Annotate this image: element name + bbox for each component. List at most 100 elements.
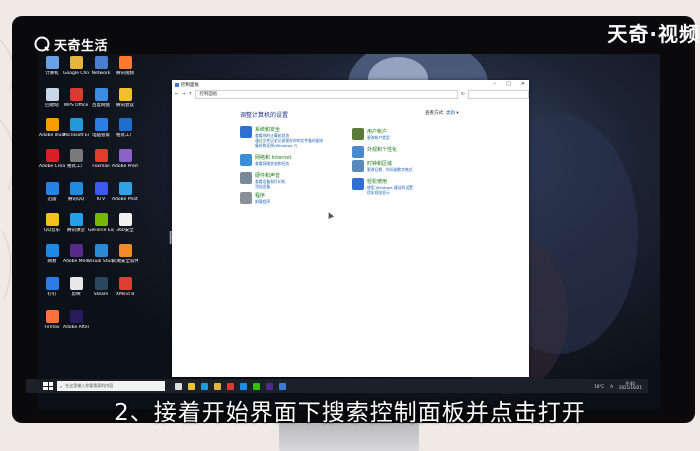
desktop-icon[interactable]: GeForce Experience	[88, 213, 114, 233]
refresh-icon[interactable]: ↻	[461, 92, 465, 97]
category-sub-link[interactable]: 查看网络状态和任务	[255, 161, 291, 166]
desktop-icon[interactable]: Google Chrome	[63, 56, 89, 76]
category-sub-link[interactable]: 添加设备	[255, 184, 285, 189]
desktop-icon[interactable]: QQ音乐	[39, 213, 65, 233]
category-title-link[interactable]: 硬件和声音	[255, 172, 285, 179]
desktop-icon[interactable]: 腾讯会议	[112, 88, 138, 108]
desktop-icon-label: 腾讯视频	[116, 71, 134, 76]
desktop-icon[interactable]: 钉钉	[39, 277, 65, 297]
clock[interactable]: 9:40 2021/10/21	[618, 381, 642, 391]
desktop-icon[interactable]: 腾讯视频	[112, 56, 138, 76]
task-view-icon[interactable]	[175, 382, 182, 390]
close-button[interactable]: ✕	[521, 81, 525, 87]
maximize-button[interactable]: □	[506, 81, 511, 87]
desktop-icon[interactable]: Adobe Premiere	[112, 149, 138, 169]
desktop-icon[interactable]: KTV	[88, 182, 114, 202]
desktop-icon[interactable]: 百度网盘	[88, 88, 114, 108]
category-item[interactable]: 系统和安全 查看你的计算机状态 通过文件历史记录保存你的文件备份副本 备份和还原(Wi…	[240, 126, 323, 148]
qq-icon[interactable]	[240, 382, 247, 390]
app-icon	[118, 182, 132, 195]
desktop-icon[interactable]: Adobe Creati...	[39, 149, 65, 169]
view-by-dropdown[interactable]: 类别	[446, 111, 455, 116]
weather-text[interactable]: 18°C	[594, 384, 604, 389]
app-icon	[45, 213, 59, 226]
control-panel-task-icon[interactable]	[279, 382, 286, 390]
desktop-icon[interactable]: Steam	[88, 277, 114, 297]
category-title-link[interactable]: 程序	[255, 192, 270, 199]
desktop-icon[interactable]: Visual Studio Code	[88, 244, 114, 264]
desktop-icon[interactable]: 腾讯课堂	[63, 213, 89, 233]
category-item[interactable]: 用户帐户 更改帐户类型	[352, 128, 390, 140]
wechat-icon[interactable]	[253, 382, 260, 390]
edge-icon[interactable]	[201, 382, 208, 390]
start-button[interactable]	[43, 382, 53, 390]
category-title-link[interactable]: 轻松使用	[367, 178, 413, 185]
view-by[interactable]: 查看方式: 类别 ▾	[425, 110, 459, 116]
category-sub-link[interactable]: 更改日期、时间或数字格式	[367, 167, 413, 172]
category-item[interactable]: 外观和个性化	[352, 146, 397, 158]
desktop-icon[interactable]: 网易	[39, 244, 65, 264]
category-icon	[352, 178, 364, 190]
category-title-link[interactable]: 用户帐户	[367, 128, 390, 135]
control-panel-icon	[175, 82, 179, 87]
search-input[interactable]	[467, 89, 529, 99]
app-icon	[45, 310, 59, 323]
ae-icon[interactable]	[266, 382, 273, 390]
category-item[interactable]: 轻松使用 使用 Windows 建议的设置 优化视觉显示	[352, 178, 413, 195]
app-icon	[45, 118, 59, 131]
taskbar-search-box[interactable]: ⌕ 在这里输入你要搜索的内容	[57, 381, 165, 391]
desktop-icon[interactable]: Adobe Media En...	[63, 244, 89, 264]
desktop-icon[interactable]: 火绒安全软件	[112, 244, 138, 264]
category-icon	[352, 128, 364, 140]
desktop-icon[interactable]: 格式工厂	[112, 118, 138, 138]
category-title-link[interactable]: 系统和安全	[255, 126, 323, 133]
desktop-icon[interactable]: 计算机	[39, 56, 65, 76]
desktop-icon[interactable]: 回收站	[39, 88, 65, 108]
desktop-icon[interactable]: Firefox	[39, 310, 65, 330]
ime-indicator[interactable]: A	[610, 384, 613, 389]
app-icon	[94, 182, 108, 195]
desktop-icon[interactable]: Network	[88, 56, 114, 76]
category-title-link[interactable]: 网络和 Internet	[255, 154, 291, 161]
wps-icon[interactable]	[227, 382, 234, 390]
category-item[interactable]: 硬件和声音 查看设备和打印机 添加设备	[240, 172, 285, 189]
back-arrow-icon[interactable]: ←	[175, 92, 179, 97]
category-sub-link[interactable]: 备份和还原(Windows 7)	[255, 143, 323, 148]
title-bar[interactable]: 控制面板 – □ ✕	[172, 80, 529, 89]
desktop-icon-label: 格式工厂	[67, 164, 85, 169]
forward-arrow-icon[interactable]: →	[182, 92, 186, 97]
desktop-icon[interactable]: Adobe Illustrat...	[39, 118, 65, 138]
category-item[interactable]: 网络和 Internet 查看网络状态和任务	[240, 154, 291, 166]
control-panel-window[interactable]: 控制面板 – □ ✕ ← → ↑ 控制面板 ↻ 调整计算机的设置 查看方式: 类…	[172, 80, 529, 377]
desktop-icon[interactable]: WPS Office	[63, 88, 89, 108]
desktop-icon[interactable]: Microsoft Edge	[63, 118, 89, 138]
up-arrow-icon[interactable]: ↑	[189, 92, 193, 97]
category-item[interactable]: 时钟和区域 更改日期、时间或数字格式	[352, 160, 413, 172]
address-bar[interactable]: 控制面板	[195, 89, 459, 99]
category-title-link[interactable]: 时钟和区域	[367, 160, 413, 167]
category-sub-link[interactable]: 优化视觉显示	[367, 190, 413, 195]
category-sub-link[interactable]: 更改帐户类型	[367, 135, 390, 140]
minimize-button[interactable]: –	[494, 81, 497, 87]
desktop-icon[interactable]: 剪映	[63, 277, 89, 297]
desktop-icon-label: Network	[91, 71, 111, 76]
category-icon	[240, 126, 252, 138]
desktop-icon[interactable]: 格式工厂	[63, 149, 89, 169]
category-title-link[interactable]: 外观和个性化	[367, 146, 397, 153]
desktop-icon[interactable]: XMind 8	[112, 277, 138, 297]
desktop-icon[interactable]: Adobe After Effects	[63, 310, 89, 330]
desktop-icon[interactable]: Foxmail	[88, 149, 114, 169]
desktop-icon[interactable]: 360安全	[112, 213, 138, 233]
desktop-icon-label: Adobe Creati...	[39, 164, 65, 169]
desktop-icon[interactable]: 迅雷	[39, 182, 65, 202]
clock-date: 2021/10/21	[618, 385, 642, 390]
chrome-icon[interactable]	[214, 382, 221, 390]
desktop-icon[interactable]: Adobe Photosh...	[112, 182, 138, 202]
desktop-icon[interactable]: 电脑管家	[88, 118, 114, 138]
search-icon: ⌕	[60, 383, 63, 389]
desktop-icon-label: 格式工厂	[116, 133, 134, 138]
category-item[interactable]: 程序 卸载程序	[240, 192, 270, 204]
desktop-icon[interactable]: 腾讯QQ	[63, 182, 89, 202]
file-explorer-icon[interactable]	[188, 382, 195, 390]
category-sub-link[interactable]: 卸载程序	[255, 199, 270, 204]
